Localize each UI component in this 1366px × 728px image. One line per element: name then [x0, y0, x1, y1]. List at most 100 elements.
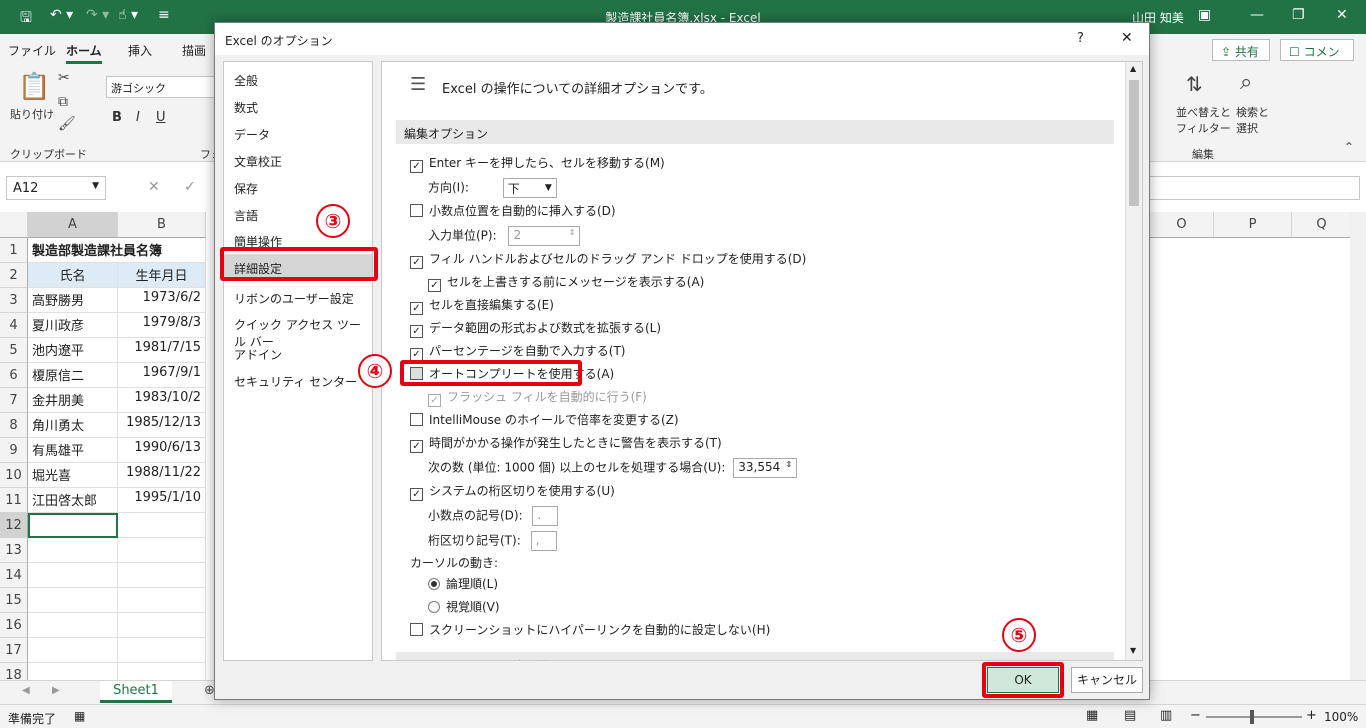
cell-b[interactable]: 1979/8/3	[118, 313, 206, 338]
cell-a[interactable]: 池内遼平	[28, 338, 118, 363]
row-header[interactable]: 6	[0, 363, 28, 388]
overwrite-alert-checkbox[interactable]: ✓	[428, 279, 441, 292]
no-hyperlink-checkbox[interactable]	[410, 623, 423, 636]
comment-button[interactable]: ☐ コメント	[1280, 39, 1354, 76]
opt-intellimouse[interactable]: IntelliMouse のホイールで倍率を変更する(Z)	[410, 411, 679, 428]
cell-b[interactable]: 1995/1/10	[118, 488, 206, 513]
cell-a[interactable]	[28, 538, 118, 563]
cell-b[interactable]	[118, 613, 206, 638]
col-header-b[interactable]: B	[118, 212, 206, 238]
cell-b[interactable]: 1973/6/2	[118, 288, 206, 313]
opt-system-separator[interactable]: ✓ システムの桁区切りを使用する(U)	[410, 482, 615, 501]
cell-b[interactable]	[118, 638, 206, 663]
row-header[interactable]: 16	[0, 613, 28, 638]
cell-a[interactable]	[28, 613, 118, 638]
slow-alert-checkbox[interactable]: ✓	[410, 440, 423, 453]
panel-vertical-scrollbar[interactable]: ▲ ▼	[1125, 62, 1142, 660]
cancel-button[interactable]: キャンセル	[1071, 667, 1143, 693]
cells-threshold-stepper[interactable]: 33,554 ⇕	[733, 458, 798, 478]
opt-logical[interactable]: 論理順(L)	[428, 575, 498, 592]
underline-button[interactable]: U	[156, 110, 166, 125]
paste-label[interactable]: 貼り付け	[10, 106, 54, 122]
font-name-box[interactable]: 游ゴシック	[106, 76, 216, 98]
bold-button[interactable]: B	[112, 110, 122, 125]
row-header[interactable]: 11	[0, 488, 28, 513]
opt-no-hyperlink[interactable]: スクリーンショットにハイパーリンクを自動的に設定しない(H)	[410, 621, 770, 638]
italic-button[interactable]: I	[136, 110, 140, 125]
opt-auto-decimal[interactable]: 小数点位置を自動的に挿入する(D)	[410, 202, 616, 219]
nav-item-10[interactable]: クイック アクセス ツール バー	[224, 310, 372, 349]
opt-edit-direct[interactable]: ✓ セルを直接編集する(E)	[410, 296, 554, 315]
scroll-thumb[interactable]	[1129, 80, 1139, 206]
cell-b[interactable]	[118, 513, 206, 538]
row-header[interactable]: 8	[0, 413, 28, 438]
format-painter-icon[interactable]: 🖌	[58, 116, 76, 132]
enter-move-checkbox[interactable]: ✓	[410, 160, 423, 173]
enter-entry-icon[interactable]: ✓	[184, 179, 196, 195]
cell-a[interactable]: 夏川政彦	[28, 313, 118, 338]
cell-b[interactable]: 1988/11/22	[118, 463, 206, 488]
row-header[interactable]: 13	[0, 538, 28, 563]
cell-a[interactable]	[28, 588, 118, 613]
cell-b[interactable]: 生年月日	[118, 263, 206, 288]
sort-filter-line2[interactable]: フィルター	[1176, 120, 1231, 136]
cell-a[interactable]: 氏名	[28, 263, 118, 288]
opt-overwrite-alert[interactable]: ✓ セルを上書きする前にメッセージを表示する(A)	[428, 273, 704, 292]
minimize-icon[interactable]: —	[1250, 7, 1264, 23]
places-stepper[interactable]: 2 ⇕	[508, 226, 581, 246]
nav-item-4[interactable]: 文章校正	[224, 147, 372, 173]
ribbon-display-icon[interactable]: ▣	[1198, 7, 1211, 23]
cell-a[interactable]: 製造部製造課社員名簿	[28, 238, 162, 263]
row-header[interactable]: 17	[0, 638, 28, 663]
tab-home[interactable]: ホーム	[66, 42, 102, 64]
nav-item-1[interactable]: 全般	[224, 66, 372, 92]
nav-item-2[interactable]: 数式	[224, 93, 372, 119]
direction-select[interactable]: 下 ▼	[502, 178, 557, 198]
select-all-corner[interactable]	[0, 212, 28, 238]
nav-item-3[interactable]: データ	[224, 120, 372, 146]
logical-radio[interactable]	[428, 578, 440, 590]
page-layout-view-icon[interactable]: ▤	[1124, 708, 1136, 723]
tab-file[interactable]: ファイル	[8, 42, 56, 59]
row-header[interactable]: 1	[0, 238, 28, 263]
col-header-a[interactable]: A	[28, 212, 118, 238]
nav-item-12[interactable]: セキュリティ センター	[224, 367, 372, 393]
row-header[interactable]: 14	[0, 563, 28, 588]
opt-enter-move[interactable]: ✓ Enter キーを押したら、セルを移動する(M)	[410, 154, 665, 173]
col-header-q[interactable]: Q	[1292, 212, 1352, 238]
scroll-up-icon[interactable]: ▲	[1130, 64, 1136, 73]
opt-fill-handle[interactable]: ✓ フィル ハンドルおよびセルのドラッグ アンド ドロップを使用する(D)	[410, 250, 806, 269]
paste-icon[interactable]: 📋	[18, 72, 50, 102]
sort-filter-line1[interactable]: 並べ替えと	[1176, 104, 1231, 120]
row-header[interactable]: 4	[0, 313, 28, 338]
next-sheet-icon[interactable]: ▶	[52, 685, 60, 696]
cell-b[interactable]	[118, 538, 206, 563]
search-icon[interactable]: ⌕	[1240, 70, 1252, 95]
help-icon[interactable]: ?	[1077, 31, 1084, 46]
cell-a[interactable]: 榎原信二	[28, 363, 118, 388]
nav-item-11[interactable]: アドイン	[224, 340, 372, 366]
thousands-symbol-input[interactable]: ,	[530, 531, 557, 551]
collapse-ribbon-icon[interactable]: ⌃	[1344, 140, 1354, 154]
find-select-line2[interactable]: 選択	[1236, 120, 1258, 136]
row-header[interactable]: 15	[0, 588, 28, 613]
row-header[interactable]: 3	[0, 288, 28, 313]
sheet-vertical-scrollbar[interactable]	[1350, 212, 1366, 680]
share-button[interactable]: ⇪ 共有	[1212, 39, 1270, 61]
cell-b[interactable]	[118, 588, 206, 613]
find-select-line1[interactable]: 検索と	[1236, 104, 1269, 120]
cell-a[interactable]: 有馬雄平	[28, 438, 118, 463]
cell-a[interactable]: 高野勝男	[28, 288, 118, 313]
cell-b[interactable]: 1983/10/2	[118, 388, 206, 413]
close-window-icon[interactable]: ✕	[1336, 7, 1348, 23]
col-header-o[interactable]: O	[1150, 212, 1214, 238]
zoom-in-icon[interactable]: +	[1306, 708, 1317, 723]
edit-direct-checkbox[interactable]: ✓	[410, 302, 423, 315]
restore-icon[interactable]: ❐	[1292, 7, 1305, 23]
cell-a[interactable]: 金井朋美	[28, 388, 118, 413]
col-header-p[interactable]: P	[1214, 212, 1292, 238]
zoom-slider-thumb[interactable]	[1250, 710, 1254, 724]
cell-b[interactable]	[118, 238, 206, 263]
cell-b[interactable]: 1967/9/1	[118, 363, 206, 388]
row-header[interactable]: 7	[0, 388, 28, 413]
